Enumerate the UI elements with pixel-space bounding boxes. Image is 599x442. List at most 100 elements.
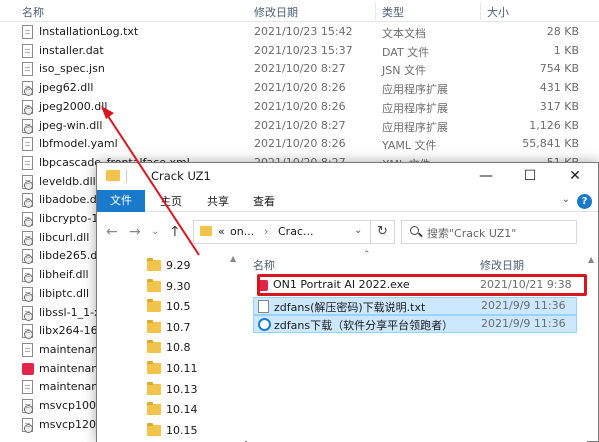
file-row[interactable]: jpeg62.dll 2021/10/20 8:26 应用程序扩展 431 KB <box>0 79 599 97</box>
column-date[interactable]: 修改日期 <box>480 257 524 273</box>
column-size[interactable]: 大小 <box>487 4 509 20</box>
dll-file-icon <box>22 399 33 414</box>
nav-folder[interactable]: 10.13 <box>145 380 235 399</box>
document-file-icon <box>22 137 33 152</box>
sort-caret-icon: ⌃ <box>363 250 371 260</box>
file-date: 2021/9/9 11:36 <box>481 299 566 312</box>
tab-file[interactable]: 文件 <box>97 190 145 212</box>
dll-file-icon <box>22 174 33 190</box>
nav-folder[interactable]: 10.7 <box>145 318 235 337</box>
file-row[interactable]: zdfans下载（软件分享平台领跑者） 2021/9/9 11:36 <box>253 315 577 333</box>
file-size: 317 KB <box>539 99 579 113</box>
maximize-button[interactable]: ☐ <box>507 163 553 190</box>
address-dropdown-icon[interactable]: ⌄ <box>354 225 362 236</box>
folder-label: 10.15 <box>166 423 198 437</box>
file-date: 2021/9/9 11:36 <box>481 317 566 330</box>
recent-dropdown-icon[interactable]: ⌄ <box>151 226 159 237</box>
file-scrollbar[interactable]: ▲ <box>587 252 598 442</box>
address-bar[interactable]: « on... › Crac... ⌄ <box>193 220 371 244</box>
dll-file-icon <box>22 249 33 265</box>
title-bar[interactable]: Crack UZ1 — ☐ ✕ <box>97 163 598 190</box>
document-file-icon <box>22 342 33 357</box>
tab-share[interactable]: 共享 <box>207 193 229 209</box>
file-row[interactable]: InstallationLog.txt 2021/10/23 15:42 文本文档 2… <box>0 23 599 41</box>
file-row[interactable]: iso_spec.jsn 2021/10/20 8:27 JSN 文件 754 KB <box>0 60 599 78</box>
minimize-button[interactable]: — <box>463 163 509 190</box>
nav-folder[interactable]: 10.14 <box>145 400 235 419</box>
dll-file-icon <box>22 417 33 433</box>
highlight-box <box>257 274 587 296</box>
folder-label: 10.5 <box>166 300 191 314</box>
file-list-header: 名称 ⌃ 修改日期 <box>247 250 587 273</box>
breadcrumb-part-2[interactable]: Crac... <box>278 225 313 238</box>
nav-folder[interactable]: 10.11 <box>145 359 235 378</box>
folder-icon <box>106 170 120 181</box>
search-placeholder: 搜索"Crack UZ1" <box>427 227 517 240</box>
file-row[interactable]: lbfmodel.yaml 2021/10/20 8:26 YAML 文件 55,84… <box>0 135 599 153</box>
file-date: 2021/10/23 15:42 <box>254 25 353 38</box>
folder-icon <box>147 361 161 374</box>
file-name: InstallationLog.txt <box>39 25 139 38</box>
tab-home[interactable]: 主页 <box>160 193 182 209</box>
file-name: zdfans下载（软件分享平台领跑者） <box>274 319 454 332</box>
expand-ribbon-icon[interactable]: ⌄ <box>562 194 570 205</box>
dll-file-icon <box>22 118 33 134</box>
window-title: Crack UZ1 <box>151 169 211 183</box>
file-name: libheif.dll <box>39 268 89 282</box>
file-date: 2021/10/20 8:26 <box>254 137 346 151</box>
column-date[interactable]: 修改日期 <box>254 4 298 20</box>
ribbon-tabs: 文件 主页 共享 查看 ⌄ ? <box>97 190 598 212</box>
file-type: 文本文档 <box>382 27 426 40</box>
nav-folder[interactable]: 9.30 <box>145 277 235 296</box>
file-date: 2021/10/20 8:26 <box>254 99 346 113</box>
up-button[interactable]: ↑ <box>169 224 181 240</box>
file-name: installer.dat <box>39 43 104 57</box>
file-size: 1,126 KB <box>529 118 579 132</box>
file-date: 2021/10/20 8:27 <box>254 118 346 132</box>
address-overflow[interactable]: « <box>218 225 225 238</box>
folder-label: 10.8 <box>166 341 191 355</box>
breadcrumb-part-1[interactable]: on... <box>230 225 254 238</box>
nav-folder[interactable]: 10.8 <box>145 338 235 357</box>
refresh-button[interactable]: ↻ <box>371 220 395 244</box>
file-name: libadobe.dll <box>39 193 103 207</box>
navigation-pane: 9.29 9.30 10.5 10.7 10.8 10.11 10.13 10.14 10.15… <box>97 252 245 442</box>
back-button[interactable]: ← <box>106 224 118 240</box>
close-button[interactable]: ✕ <box>552 163 598 190</box>
column-type[interactable]: 类型 <box>382 4 404 20</box>
nav-folder[interactable]: 10.15 <box>145 421 235 440</box>
document-file-icon <box>22 25 33 39</box>
forward-button[interactable]: → <box>129 224 141 240</box>
column-name[interactable]: 名称 <box>253 257 275 273</box>
file-row[interactable]: jpeg2000.dll 2021/10/20 8:26 应用程序扩展 317 KB <box>0 98 599 116</box>
nav-folder[interactable]: 10.5 <box>145 297 235 316</box>
dll-file-icon <box>22 305 33 321</box>
file-row[interactable]: zdfans(解压密码)下载说明.txt 2021/9/9 11:36 <box>253 297 577 315</box>
file-size: 28 KB <box>546 25 579 38</box>
file-row[interactable]: jpeg-win.dll 2021/10/20 8:27 应用程序扩展 1,126 K… <box>0 117 599 135</box>
help-icon[interactable]: ? <box>577 194 592 209</box>
search-input[interactable]: 搜索"Crack UZ1" <box>401 220 577 244</box>
file-name: maintenan <box>39 380 99 394</box>
folder-icon <box>200 226 212 236</box>
folder-icon <box>147 299 161 313</box>
tab-view[interactable]: 查看 <box>253 193 275 209</box>
document-file-icon <box>22 380 33 395</box>
file-name: jpeg2000.dll <box>39 99 108 113</box>
text-file-icon <box>258 300 269 313</box>
file-name: libde265.dl <box>39 249 101 263</box>
dll-file-icon <box>22 81 33 97</box>
file-name: libiptc.dll <box>39 286 90 300</box>
dll-file-icon <box>22 193 33 209</box>
folder-icon <box>147 258 161 271</box>
nav-folder[interactable]: 9.29 <box>145 256 235 275</box>
file-name: msvcp120. <box>39 417 100 431</box>
file-type: 应用程序扩展 <box>382 120 448 134</box>
file-size: 431 KB <box>539 81 579 95</box>
nav-scrollbar[interactable]: ▲ <box>227 252 241 442</box>
file-name: maintenan <box>39 342 99 356</box>
file-row[interactable]: installer.dat 2021/10/23 15:37 DAT 文件 1 KB <box>0 42 599 60</box>
column-name[interactable]: 名称 <box>22 4 44 20</box>
file-type: 应用程序扩展 <box>382 83 448 97</box>
web-link-icon <box>258 318 271 331</box>
